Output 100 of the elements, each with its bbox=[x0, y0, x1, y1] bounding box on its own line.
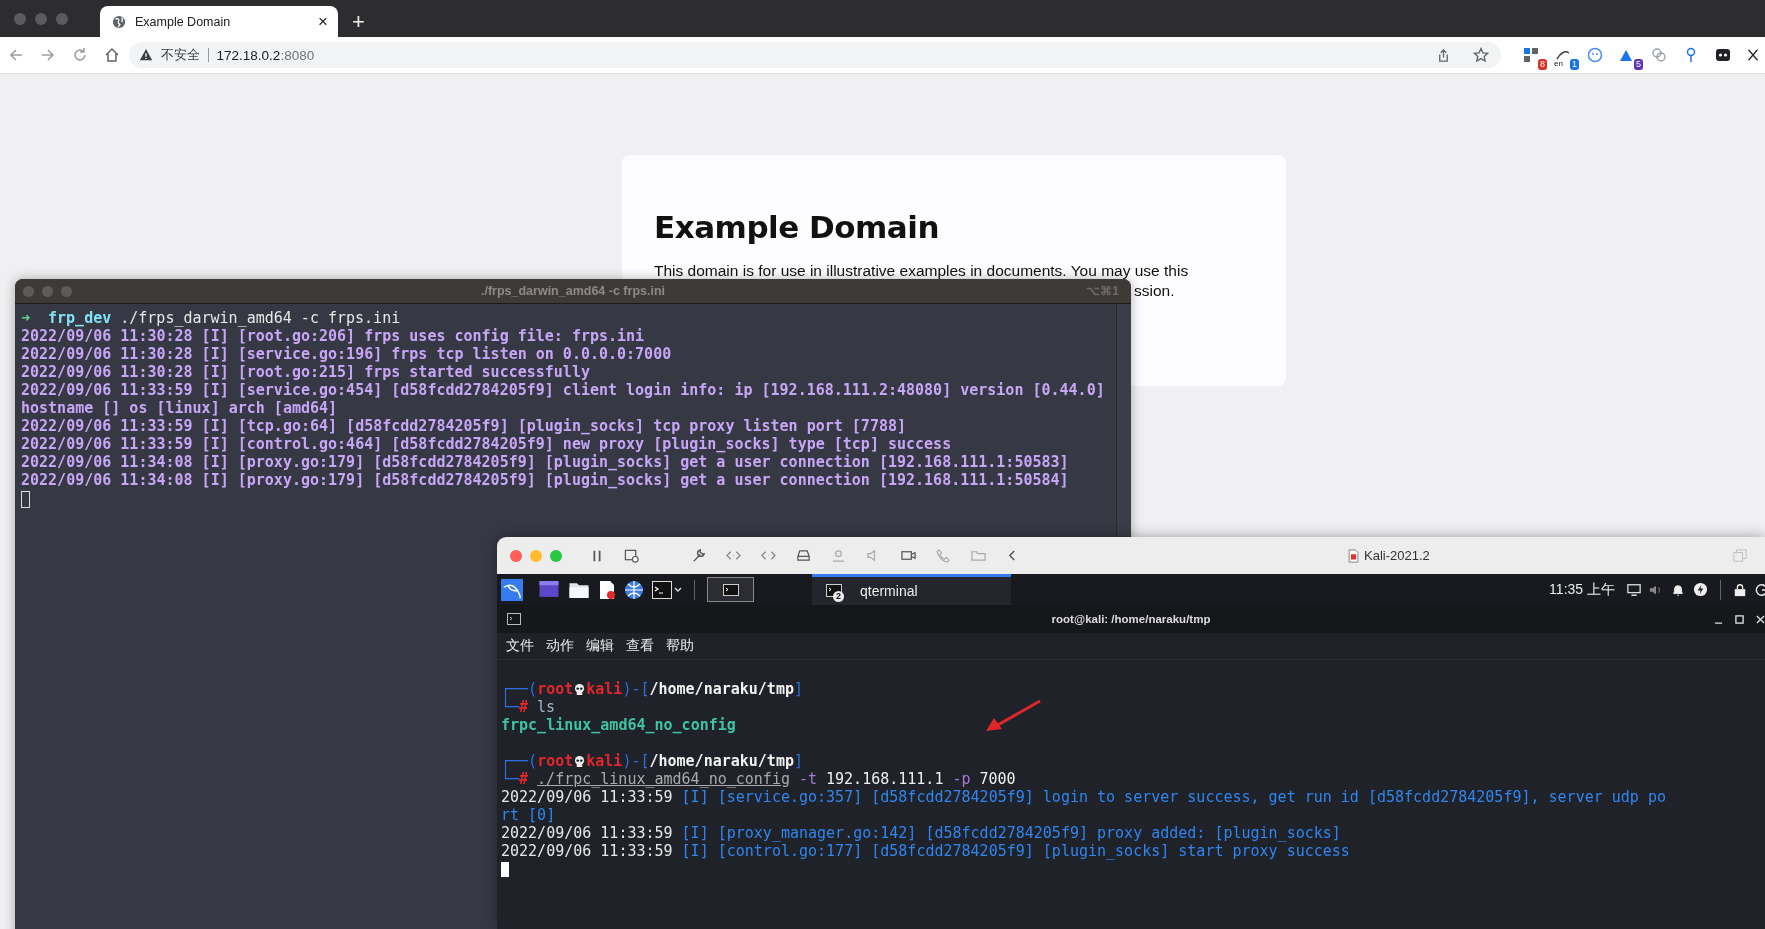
forward-icon[interactable] bbox=[39, 47, 56, 63]
prompt-arrow: ➜ bbox=[21, 309, 31, 327]
command-token: ./frpc_linux_amd64_no_config bbox=[537, 770, 790, 788]
terminal-cursor bbox=[21, 491, 30, 508]
clock-text: 11:35 上午 bbox=[1549, 580, 1615, 599]
skull-icon bbox=[574, 755, 586, 767]
prompt-host: kali bbox=[586, 752, 623, 770]
chevron-left-icon[interactable] bbox=[1006, 548, 1018, 563]
log-time: 2022/09/06 11:33:59 bbox=[501, 788, 673, 806]
share-icon[interactable] bbox=[1436, 47, 1451, 63]
log-time: 2022/09/06 11:33:59 bbox=[501, 842, 673, 860]
terminal-icon bbox=[722, 583, 739, 596]
star-icon[interactable] bbox=[1473, 47, 1489, 63]
command-token: 7000 bbox=[979, 770, 1016, 788]
prompt-hash: # bbox=[519, 770, 529, 788]
window-title: ./frps_darwin_amd64 -c frps.ini bbox=[480, 284, 666, 298]
close-icon[interactable] bbox=[1756, 614, 1765, 624]
folder-icon[interactable] bbox=[568, 580, 590, 599]
log-line: [I] [proxy_manager.go:142] [d58fcdd2784205f9] proxy added: [plugin_socks] bbox=[681, 824, 1341, 842]
extension-caption: en bbox=[1554, 59, 1563, 68]
page-paragraph-tail: ssion. bbox=[1134, 282, 1176, 300]
prompt-bracket: )-[ bbox=[622, 680, 650, 698]
vm-window-title: Kali-2021.2 bbox=[1364, 548, 1430, 563]
url-text: 172.18.0.2:8080 bbox=[216, 47, 315, 63]
lock-icon[interactable] bbox=[1733, 582, 1747, 597]
logout-icon[interactable] bbox=[1755, 582, 1765, 597]
menu-item[interactable]: 文件 bbox=[506, 637, 534, 655]
maximize-icon[interactable] bbox=[1735, 614, 1744, 624]
browser-tab[interactable]: Example Domain × bbox=[100, 6, 338, 37]
prompt-corner: └─ bbox=[501, 770, 520, 788]
warning-icon bbox=[138, 48, 153, 62]
log-line: [I] [control.go:177] [d58fcdd2784205f9] [plugin_socks] start proxy success bbox=[681, 842, 1350, 860]
scrollbar[interactable] bbox=[1116, 304, 1131, 536]
prompt-hash: # bbox=[519, 698, 529, 716]
security-label: 不安全 bbox=[160, 48, 209, 62]
page-heading: Example Domain bbox=[654, 208, 940, 246]
reload-icon[interactable] bbox=[71, 47, 88, 63]
close-window-button[interactable] bbox=[510, 549, 522, 562]
camera-icon[interactable] bbox=[901, 548, 916, 563]
log-line: 2022/09/06 11:30:28 [I] [root.go:215] frps started successfully bbox=[21, 363, 590, 381]
text-editor-icon[interactable] bbox=[598, 579, 616, 600]
prompt-host: kali bbox=[586, 680, 623, 698]
desktop-icon[interactable] bbox=[538, 580, 560, 599]
command-token: ls bbox=[537, 698, 556, 716]
log-line: 2022/09/06 11:33:59 [I] [control.go:464] [d58fcdd2784205f9] new proxy [plugin_socks] type [tcp] success bbox=[21, 435, 952, 453]
prompt-directory: frp_dev bbox=[48, 309, 112, 327]
terminal-cursor bbox=[501, 861, 509, 877]
menu-item[interactable]: 查看 bbox=[626, 637, 654, 655]
drive-icon[interactable] bbox=[796, 548, 811, 563]
extension-badge: 5 bbox=[1634, 59, 1643, 70]
back-icon[interactable] bbox=[8, 47, 24, 63]
chat-bubble-icon[interactable] bbox=[1587, 47, 1603, 63]
prompt-bracket: )-[ bbox=[622, 752, 650, 770]
prompt-bracket: ┌──( bbox=[501, 680, 538, 698]
menu-item[interactable]: 编辑 bbox=[586, 637, 614, 655]
snapshot-icon[interactable] bbox=[624, 548, 639, 563]
menu-item[interactable]: 帮助 bbox=[666, 637, 694, 655]
new-tab-button[interactable]: + bbox=[352, 11, 365, 33]
power-icon[interactable] bbox=[1693, 582, 1708, 597]
page-paragraph: This domain is for use in illustrative examples in documents. You may use this bbox=[654, 262, 1190, 280]
prompt-path: /home/naraku/tmp bbox=[649, 680, 794, 698]
terminal-icon bbox=[507, 613, 521, 625]
prompt-user: root bbox=[537, 680, 574, 698]
terminal-task-button[interactable] bbox=[707, 577, 754, 602]
terminal-icon bbox=[826, 584, 842, 598]
prompt-bracket: ] bbox=[793, 752, 803, 770]
prompt-bracket: ┌──( bbox=[501, 752, 538, 770]
prompt-corner: └─ bbox=[501, 698, 520, 716]
mask-icon[interactable] bbox=[1715, 47, 1731, 63]
log-line: 2022/09/06 11:34:08 [I] [proxy.go:179] [d58fcdd2784205f9] [plugin_socks] get a user connection [192.168.111.1:50583] bbox=[21, 453, 1069, 471]
terminal-title: root@kali: /home/naraku/tmp bbox=[1051, 613, 1211, 625]
globe-icon bbox=[112, 14, 126, 29]
output-line: frpc_linux_amd64_no_config bbox=[501, 716, 736, 734]
command-token: 192.168.111.1 bbox=[826, 770, 944, 788]
globe-icon[interactable] bbox=[624, 579, 644, 600]
extension-badge: 8 bbox=[1538, 59, 1547, 70]
qterminal-task[interactable]: 2 qterminal bbox=[812, 574, 1011, 605]
menu-item[interactable]: 动作 bbox=[546, 637, 574, 655]
rings-icon[interactable] bbox=[1651, 47, 1667, 63]
log-line: 2022/09/06 11:30:28 [I] [service.go:196] frps tcp listen on 0.0.0.0:7000 bbox=[21, 345, 672, 363]
window-count-badge: 2 bbox=[833, 591, 844, 602]
extension-badge: 1 bbox=[1570, 59, 1579, 70]
command-token: -p bbox=[952, 770, 971, 788]
log-line: [I] [service.go:357] [d58fcdd2784205f9] login to server success, get run id [d58fcdd2784205f9], server udp po bbox=[681, 788, 1666, 806]
home-icon[interactable] bbox=[103, 47, 120, 63]
prompt-user: root bbox=[537, 752, 574, 770]
log-line: 2022/09/06 11:30:28 [I] [root.go:206] frps uses config file: frps.ini bbox=[21, 327, 645, 345]
prompt-bracket: ] bbox=[793, 680, 803, 698]
dragon-logo-icon[interactable] bbox=[500, 578, 524, 601]
monitor-icon[interactable] bbox=[1627, 582, 1641, 597]
prompt-path: /home/naraku/tmp bbox=[649, 752, 794, 770]
bell-icon[interactable] bbox=[1671, 582, 1685, 597]
log-time: 2022/09/06 11:33:59 bbox=[501, 824, 673, 842]
address-bar[interactable]: 不安全 172.18.0.2:8080 bbox=[128, 42, 1501, 68]
terminal-icon[interactable] bbox=[652, 580, 682, 599]
grid-icon[interactable] bbox=[1523, 47, 1539, 63]
close-tab-button[interactable]: × bbox=[318, 13, 328, 30]
wrench-icon[interactable] bbox=[691, 548, 706, 563]
log-line: 2022/09/06 11:33:59 [I] [tcp.go:64] [d58fcdd2784205f9] [plugin_socks] tcp proxy listen port [7788] bbox=[21, 417, 906, 435]
command-text: ./frps_darwin_amd64 -c frps.ini bbox=[120, 309, 401, 327]
